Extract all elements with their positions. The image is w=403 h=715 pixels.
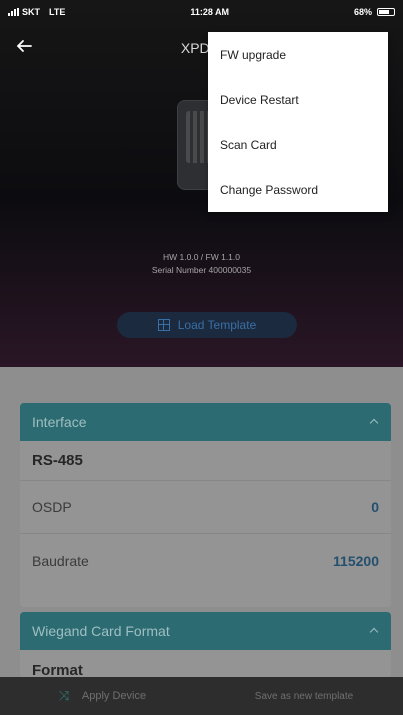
template-icon — [157, 319, 170, 331]
baudrate-value: 115200 — [333, 552, 379, 569]
osdp-label: OSDP — [32, 499, 72, 515]
load-template-label: Load Template — [177, 318, 257, 332]
interface-card: Interface RS-485 OSDP 0 Baudrate 115200 — [20, 403, 391, 607]
wiegand-card: Wiegand Card Format Format — [20, 612, 391, 678]
serial-number: Serial Number 400000035 — [151, 265, 252, 275]
interface-card-header[interactable]: Interface — [20, 403, 391, 441]
status-right: 68% — [354, 7, 395, 17]
wiegand-card-title: Wiegand Card Format — [32, 623, 170, 639]
menu-item-change-password[interactable]: Change Password — [208, 167, 388, 212]
carrier: SKT — [22, 7, 40, 17]
chevron-up-icon — [369, 626, 379, 636]
menu-item-scan-card[interactable]: Scan Card — [208, 122, 388, 167]
format-row[interactable]: Format — [20, 650, 391, 679]
interface-type-row[interactable]: RS-485 — [20, 441, 391, 481]
overflow-menu: FW upgrade Device Restart Scan Card Chan… — [208, 32, 388, 212]
network-type: LTE — [49, 7, 66, 17]
interface-card-title: Interface — [32, 414, 87, 430]
battery-icon — [376, 8, 395, 16]
menu-item-device-restart[interactable]: Device Restart — [208, 77, 388, 122]
apply-device-button[interactable]: ⤨ Apply Device — [0, 688, 205, 703]
baudrate-row[interactable]: Baudrate 115200 — [20, 534, 391, 587]
signal-icon — [8, 8, 19, 16]
chevron-up-icon — [369, 417, 379, 427]
settings-content: Interface RS-485 OSDP 0 Baudrate 115200 … — [0, 367, 403, 678]
osdp-row[interactable]: OSDP 0 — [20, 481, 391, 534]
menu-item-fw-upgrade[interactable]: FW upgrade — [208, 32, 388, 77]
wiegand-card-header[interactable]: Wiegand Card Format — [20, 612, 391, 650]
apply-device-label: Apply Device — [81, 690, 147, 702]
baudrate-label: Baudrate — [32, 552, 89, 569]
battery-percent: 68% — [353, 7, 372, 17]
status-left: SKT LTE — [8, 7, 65, 17]
interface-type: RS-485 — [32, 452, 83, 469]
shuffle-icon: ⤨ — [58, 688, 70, 703]
save-template-button[interactable]: Save as new template — [205, 691, 403, 702]
load-template-button[interactable]: Load Template — [117, 312, 297, 338]
format-label: Format — [32, 661, 83, 679]
clock: 11:28 AM — [190, 7, 229, 17]
bottom-action-bar: ⤨ Apply Device Save as new template — [0, 677, 403, 715]
hw-fw-version: HW 1.0.0 / FW 1.1.0 — [163, 252, 240, 262]
status-bar: SKT LTE 11:28 AM 68% — [0, 0, 403, 24]
osdp-value: 0 — [371, 499, 379, 515]
